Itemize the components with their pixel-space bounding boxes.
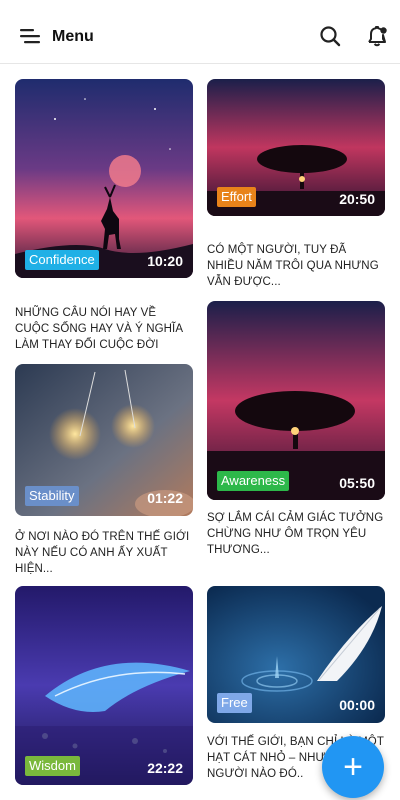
duration-label: 10:20 xyxy=(147,253,183,269)
search-icon[interactable] xyxy=(318,24,342,48)
video-card[interactable]: Confidence 10:20 NHỮNG CÂU NÓI HAY VỀ CU… xyxy=(15,79,193,351)
duration-label: 20:50 xyxy=(339,191,375,207)
card-caption: SỢ LẮM CÁI CẢM GIÁC TƯỞNG CHỪNG NHƯ ÔM T… xyxy=(207,512,384,556)
add-button[interactable]: + xyxy=(322,736,384,798)
menu-icon[interactable] xyxy=(18,24,42,48)
plus-icon: + xyxy=(343,748,363,786)
notification-bell-icon[interactable] xyxy=(364,23,390,49)
category-badge: Awareness xyxy=(217,471,290,491)
category-badge: Free xyxy=(217,693,252,713)
category-badge: Effort xyxy=(217,187,256,207)
duration-label: 00:00 xyxy=(339,697,375,713)
video-card[interactable]: Stability 01:22 Ở NƠI NÀO ĐÓ TRÊN THẾ GI… xyxy=(15,364,193,575)
thumbnail xyxy=(15,79,193,278)
video-card[interactable]: Effort 20:50 CÓ MỘT NGƯỜI, TUY ĐÃ NHIỀU … xyxy=(207,79,385,288)
page-title: Menu xyxy=(52,28,94,45)
duration-label: 05:50 xyxy=(339,475,375,491)
duration-label: 22:22 xyxy=(147,760,183,776)
category-badge: Confidence xyxy=(25,250,99,270)
app-bar: Menu xyxy=(0,0,400,64)
video-card[interactable]: Awareness 05:50 SỢ LẮM CÁI CẢM GIÁC TƯỞN… xyxy=(207,301,385,556)
card-caption: CÓ MỘT NGƯỜI, TUY ĐÃ NHIỀU NĂM TRÔI QUA … xyxy=(207,244,379,288)
duration-label: 01:22 xyxy=(147,490,183,506)
card-caption: NHỮNG CÂU NÓI HAY VỀ CUỘC SỐNG HAY VÀ Ý … xyxy=(15,307,183,351)
card-caption: Ở NƠI NÀO ĐÓ TRÊN THẾ GIỚI NÀY NẾU CÓ AN… xyxy=(15,531,190,575)
video-card[interactable]: Wisdom 22:22 xyxy=(15,586,193,800)
category-badge: Stability xyxy=(25,486,79,506)
category-badge: Wisdom xyxy=(25,756,80,776)
